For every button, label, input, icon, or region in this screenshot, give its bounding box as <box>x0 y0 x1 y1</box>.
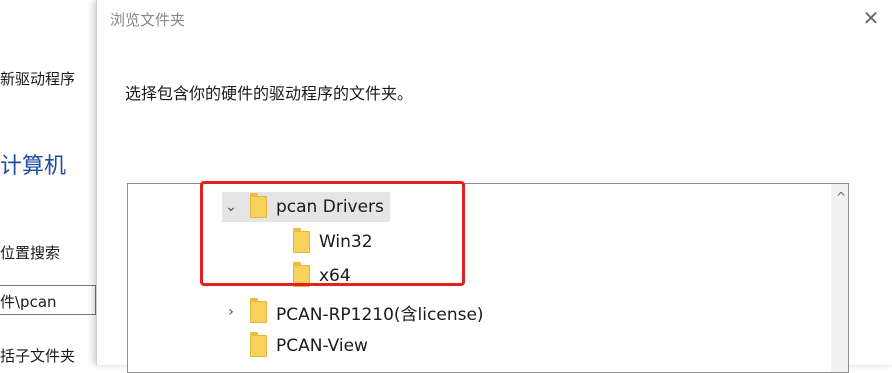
tree-item-label: PCAN-View <box>276 336 368 356</box>
bg-text-line: 括子文件夹 <box>0 347 76 365</box>
folder-icon <box>293 262 310 287</box>
tree-item-label: Win32 <box>319 232 373 252</box>
bg-heading: 计算机 <box>0 154 67 179</box>
background-wizard-window: 新驱动程序 计算机 位置搜索 件\pcan 括子文件夹 <box>0 0 100 365</box>
tree-item-pcan-rp1210[interactable]: › PCAN-RP1210(含license) <box>222 297 484 327</box>
bg-path-input[interactable]: 件\pcan <box>0 285 96 315</box>
tree-item-win32[interactable]: Win32 <box>293 227 373 257</box>
folder-icon <box>293 228 310 253</box>
tree-item-label: pcan Drivers <box>276 197 384 217</box>
tree-item-x64[interactable]: x64 <box>293 261 351 291</box>
dialog-instruction: 选择包含你的硬件的驱动程序的文件夹。 <box>125 84 414 103</box>
tree-item-label: x64 <box>319 266 351 286</box>
chevron-down-icon[interactable]: ⌄ <box>222 199 240 215</box>
bg-text-line: 位置搜索 <box>0 244 61 262</box>
bg-path-value: 件\pcan <box>0 293 57 311</box>
close-icon[interactable]: ✕ <box>849 0 892 36</box>
tree-item-pcan-drivers[interactable]: ⌄ pcan Drivers <box>222 192 390 222</box>
bg-text-line: 新驱动程序 <box>0 70 76 88</box>
folder-icon <box>250 332 267 357</box>
tree-item-label: PCAN-RP1210(含license) <box>276 304 484 325</box>
browse-folder-dialog: 浏览文件夹 ✕ 选择包含你的硬件的驱动程序的文件夹。 ⌄ pcan Driver… <box>96 0 892 373</box>
folder-icon <box>250 298 267 323</box>
tree-scrollbar[interactable]: ^ <box>831 184 848 372</box>
chevron-right-icon[interactable]: › <box>222 304 240 320</box>
dialog-title: 浏览文件夹 <box>110 11 186 29</box>
tree-item-pcan-view[interactable]: PCAN-View <box>250 331 368 361</box>
scroll-up-icon[interactable]: ^ <box>836 190 846 204</box>
folder-tree[interactable]: ⌄ pcan Drivers Win32 x64 › PCAN-RP1210(含… <box>127 183 849 373</box>
folder-icon <box>250 193 267 218</box>
